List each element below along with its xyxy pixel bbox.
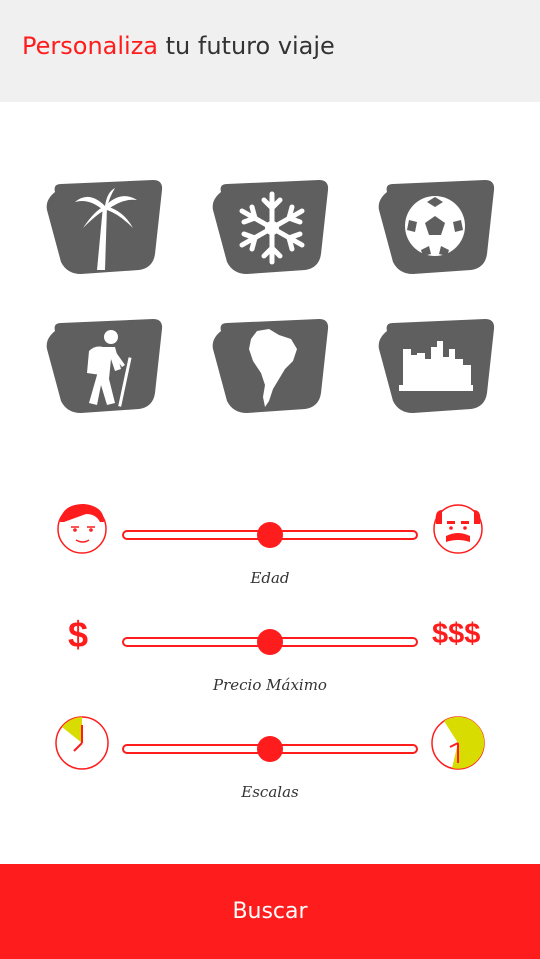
price-slider-thumb[interactable]: [257, 629, 283, 655]
header: Personaliza tu futuro viaje: [0, 0, 540, 102]
old-face-icon: [432, 502, 484, 554]
palm-tree-icon: [46, 180, 163, 274]
category-beach[interactable]: [45, 180, 163, 274]
category-sports[interactable]: [377, 180, 495, 274]
hiker-icon: [46, 319, 163, 413]
title-accent: Personaliza: [22, 32, 158, 60]
age-slider-thumb[interactable]: [257, 522, 283, 548]
search-button[interactable]: Buscar: [0, 864, 540, 959]
clock-few-icon: [54, 715, 110, 771]
stops-slider-label: Escalas: [241, 783, 299, 801]
clock-many-icon: [430, 715, 486, 771]
category-snow[interactable]: [211, 180, 329, 274]
title-rest: tu futuro viaje: [158, 32, 335, 60]
soccer-ball-icon: [378, 180, 495, 274]
price-max-label: $$$: [432, 618, 481, 650]
category-latin-america[interactable]: [211, 319, 329, 413]
category-hiking[interactable]: [45, 319, 163, 413]
stops-slider-thumb[interactable]: [257, 736, 283, 762]
category-city[interactable]: [377, 319, 495, 413]
price-slider-label: Precio Máximo: [213, 676, 327, 694]
page-title: Personaliza tu futuro viaje: [22, 32, 335, 60]
city-skyline-icon: [378, 319, 495, 413]
young-face-icon: [56, 502, 108, 554]
snowflake-icon: [212, 180, 329, 274]
age-slider-label: Edad: [250, 569, 290, 587]
south-america-icon: [212, 319, 329, 413]
price-min-label: $: [68, 614, 89, 655]
